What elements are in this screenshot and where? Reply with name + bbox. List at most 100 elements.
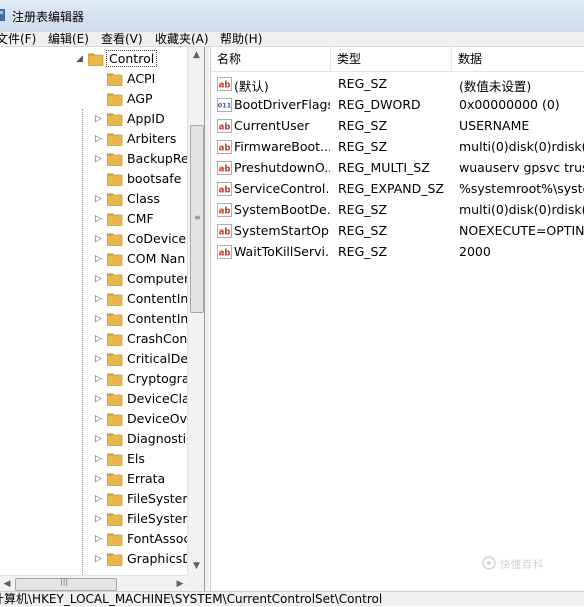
value-data-cell: 0x00000000 (0) [459,97,560,112]
collapsed-arrow-icon[interactable]: ▷ [95,373,105,385]
menu-favorites[interactable]: 收藏夹(A) [155,30,209,47]
scroll-down-arrow-icon[interactable]: ▼ [188,558,204,575]
menu-help[interactable]: 帮助(H) [220,30,262,47]
scroll-left-arrow-icon[interactable]: ◀ [0,576,14,591]
watermark-text: 快懂百科 [500,560,544,571]
value-data-cell: %systemroot%\syster [459,181,584,196]
tree-item-label: Els [127,451,145,466]
tree-vertical-scrollbar[interactable]: ▲ ≡ ▼ [187,47,204,575]
collapsed-arrow-icon[interactable]: ▷ [95,133,105,145]
svg-text:ab: ab [219,165,231,175]
tree-item-label: CMF [127,211,154,226]
collapsed-arrow-icon[interactable]: ▷ [95,533,105,545]
collapsed-arrow-icon[interactable]: ▷ [95,513,105,525]
collapsed-arrow-icon[interactable]: ▷ [95,273,105,285]
scroll-up-arrow-icon[interactable]: ▲ [188,47,204,64]
tree-item-label: Computer [127,271,190,286]
string-value-icon: ab [217,224,232,238]
string-value-icon: ab [217,182,232,196]
folder-icon [107,313,123,326]
svg-text:ab: ab [219,81,231,91]
collapsed-arrow-icon[interactable]: ▷ [95,253,105,265]
menu-file[interactable]: 文件(F) [0,30,36,47]
collapsed-arrow-icon[interactable]: ▷ [95,453,105,465]
value-data-cell: USERNAME [459,118,530,133]
value-row[interactable]: abSystemStartOp... REG_SZ NOEXECUTE=OPTIN [211,221,584,242]
scroll-right-arrow-icon[interactable]: ▶ [173,576,187,591]
folder-icon [107,513,123,526]
collapsed-arrow-icon[interactable]: ▷ [95,413,105,425]
value-data-cell: 2000 [459,244,491,259]
tree-item-label: BackupRe [127,151,189,166]
collapsed-arrow-icon[interactable]: ▷ [95,333,105,345]
svg-text:ab: ab [219,249,231,259]
registry-tree-pane[interactable]: ◢ Control ACPI AGP ▷ AppID ▷ Arbiters ▷ BackupRe b… [0,47,205,591]
folder-icon [88,53,104,66]
tree-scroll-thumb[interactable]: ≡ [190,125,204,313]
value-name-cell: ServiceControl... [234,181,330,196]
tree-item-label: FileSystem [127,491,195,506]
folder-icon [107,93,123,106]
value-row[interactable]: ab ServiceControl... REG_EXPAND_SZ %systemr… [211,179,584,200]
registry-values-pane[interactable]: 名称 类型 数据 ab (默认) REG_SZ (数值未设置) 011 BootDrive… [210,47,584,591]
collapsed-arrow-icon[interactable]: ▷ [95,313,105,325]
folder-icon [107,533,123,546]
tree-item-label: AppID [127,111,165,126]
tree-item-label: AGP [127,91,153,106]
pane-splitter[interactable] [205,47,209,591]
value-row[interactable]: ab PreshutdownO... REG_MULTI_SZ wuauserv gp… [211,158,584,179]
tree-horizontal-scrollbar[interactable]: ◀ ||| ▶ [0,575,187,591]
menu-edit[interactable]: 编辑(E) [48,30,89,47]
collapsed-arrow-icon[interactable]: ▷ [95,233,105,245]
value-name-cell: SystemBootDe... [234,202,330,217]
collapsed-arrow-icon[interactable]: ▷ [95,553,105,565]
column-header-data[interactable]: 数据 [452,47,584,71]
svg-text:ab: ab [219,123,231,133]
value-name-cell: SystemStartOp... [234,223,330,238]
value-row[interactable]: 011 BootDriverFlags REG_DWORD 0x00000000 (0… [211,95,584,116]
tree-item-label: Errata [127,471,166,486]
title-bar: 注册表编辑器 [0,0,584,32]
collapsed-arrow-icon[interactable]: ▷ [95,353,105,365]
folder-icon [107,433,123,446]
value-row[interactable]: ab (默认) REG_SZ (数值未设置) [211,74,584,95]
svg-text:ab: ab [219,186,231,196]
tree-item-label: COM Nan [127,251,186,266]
no-expander [95,73,105,85]
value-row[interactable]: ab CurrentUser REG_SZ USERNAME [211,116,584,137]
column-header-type[interactable]: 类型 [331,47,452,71]
no-expander [95,93,105,105]
value-name-cell: WaitToKillServi... [234,244,330,259]
menu-view[interactable]: 查看(V) [101,30,143,47]
collapsed-arrow-icon[interactable]: ▷ [95,213,105,225]
tree-item-label: FontAssoc [127,531,191,546]
tree-item-label: CrashCon [127,331,188,346]
svg-text:ab: ab [219,228,231,238]
value-row[interactable]: ab SystemBootDe... REG_SZ multi(0)disk(0)rd… [211,200,584,221]
collapsed-arrow-icon[interactable]: ▷ [95,193,105,205]
value-name-cell: PreshutdownO... [234,160,330,175]
collapsed-arrow-icon[interactable]: ▷ [95,153,105,165]
collapsed-arrow-icon[interactable]: ▷ [95,493,105,505]
svg-text:011: 011 [218,102,232,110]
svg-text:ab: ab [219,207,231,217]
value-type-cell: REG_EXPAND_SZ [338,181,444,196]
folder-icon [107,253,123,266]
tree-item-label: Arbiters [127,131,177,146]
collapsed-arrow-icon[interactable]: ▷ [95,293,105,305]
string-value-icon: ab [217,119,232,133]
collapsed-arrow-icon[interactable]: ▷ [95,433,105,445]
tree-item-label: Class [127,191,160,206]
folder-icon [107,293,123,306]
collapsed-arrow-icon[interactable]: ▷ [95,393,105,405]
value-data-cell: (数值未设置) [459,79,532,94]
collapsed-arrow-icon[interactable]: ▷ [95,113,105,125]
value-name-cell: CurrentUser [234,118,310,133]
value-row[interactable]: ab WaitToKillServi... REG_SZ 2000 [211,242,584,263]
collapsed-arrow-icon[interactable]: ▷ [95,473,105,485]
tree-item-label: CoDeviceI [127,231,190,246]
expanded-arrow-icon[interactable]: ◢ [76,53,86,65]
value-row[interactable]: ab FirmwareBoot... REG_SZ multi(0)disk(0)rd… [211,137,584,158]
folder-icon [107,333,123,346]
column-header-name[interactable]: 名称 [211,47,331,71]
